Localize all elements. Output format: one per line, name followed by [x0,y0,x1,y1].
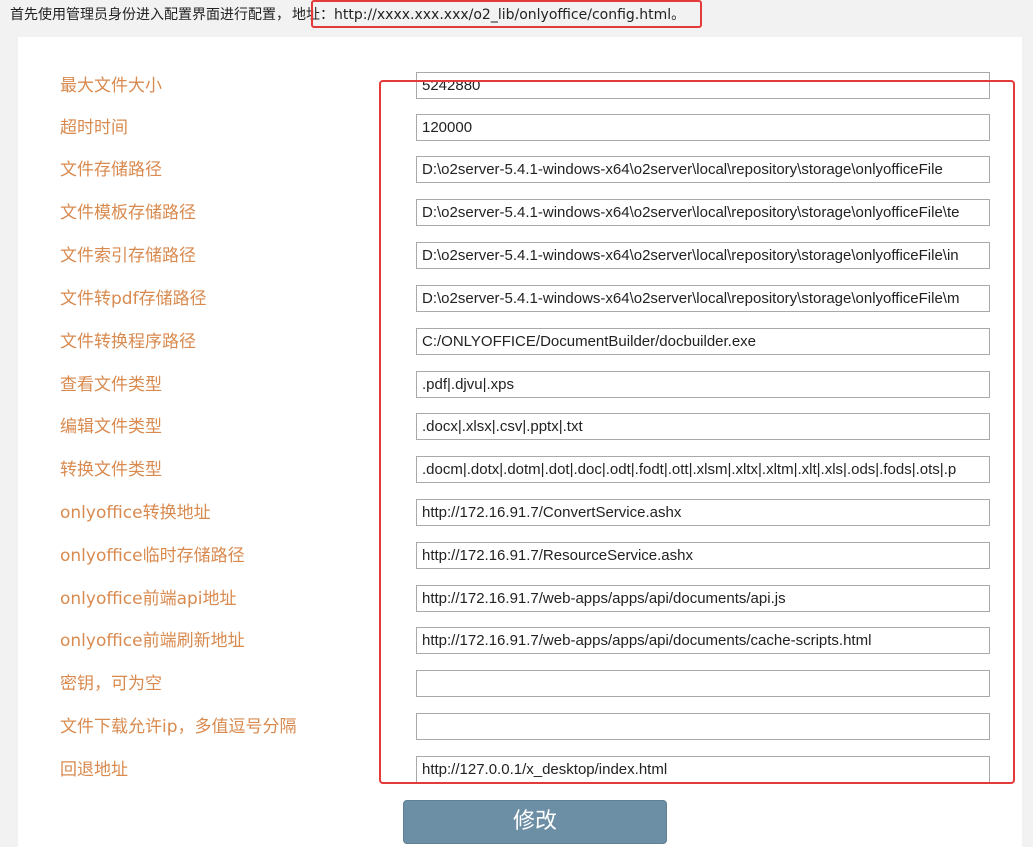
secret-key-label: 密钥，可为空 [60,674,162,694]
instruction-prefix: 首先使用管理员身份进入配置界面进行配置， [10,7,290,23]
converter-path-input[interactable] [416,328,990,355]
form-row-index-storage-path: 文件索引存储路径 [18,241,1022,271]
form-row-timeout: 超时时间 [18,113,1022,143]
config-url-text: 地址：http://xxxx.xxx.xxx/o2_lib/onlyoffice… [292,7,686,23]
form-row-edit-file-types: 编辑文件类型 [18,412,1022,442]
template-storage-path-label: 文件模板存储路径 [60,203,196,223]
temp-storage-url-label: onlyoffice临时存储路径 [60,546,245,566]
form-row-pdf-storage-path: 文件转pdf存储路径 [18,284,1022,314]
max-file-size-input[interactable] [416,72,990,99]
form-row-temp-storage-url: onlyoffice临时存储路径 [18,541,1022,571]
form-row-converter-path: 文件转换程序路径 [18,327,1022,357]
view-file-types-input[interactable] [416,371,990,398]
converter-path-label: 文件转换程序路径 [60,332,196,352]
convert-file-types-input[interactable] [416,456,990,483]
index-storage-path-label: 文件索引存储路径 [60,246,196,266]
frontend-api-url-input[interactable] [416,585,990,612]
form-row-convert-file-types: 转换文件类型 [18,455,1022,485]
form-row-frontend-refresh-url: onlyoffice前端刷新地址 [18,626,1022,656]
index-storage-path-input[interactable] [416,242,990,269]
form-row-allowed-download-ip: 文件下载允许ip，多值逗号分隔 [18,712,1022,742]
timeout-label: 超时时间 [60,118,128,138]
fallback-url-input[interactable] [416,756,990,783]
file-storage-path-label: 文件存储路径 [60,160,162,180]
secret-key-input[interactable] [416,670,990,697]
convert-service-url-input[interactable] [416,499,990,526]
allowed-download-ip-input[interactable] [416,713,990,740]
frontend-api-url-label: onlyoffice前端api地址 [60,589,237,609]
file-storage-path-input[interactable] [416,156,990,183]
timeout-input[interactable] [416,114,990,141]
form-row-secret-key: 密钥，可为空 [18,669,1022,699]
pdf-storage-path-label: 文件转pdf存储路径 [60,289,207,309]
modify-button[interactable]: 修改 [403,800,667,844]
form-row-max-file-size: 最大文件大小 [18,71,1022,101]
form-row-convert-service-url: onlyoffice转换地址 [18,498,1022,528]
edit-file-types-input[interactable] [416,413,990,440]
view-file-types-label: 查看文件类型 [60,375,162,395]
convert-service-url-label: onlyoffice转换地址 [60,503,211,523]
form-row-file-storage-path: 文件存储路径 [18,155,1022,185]
form-row-fallback-url: 回退地址 [18,755,1022,785]
convert-file-types-label: 转换文件类型 [60,460,162,480]
instruction-text: 首先使用管理员身份进入配置界面进行配置， 地址：http://xxxx.xxx.x… [10,2,687,28]
template-storage-path-input[interactable] [416,199,990,226]
form-row-view-file-types: 查看文件类型 [18,370,1022,400]
frontend-refresh-url-input[interactable] [416,627,990,654]
edit-file-types-label: 编辑文件类型 [60,417,162,437]
form-row-frontend-api-url: onlyoffice前端api地址 [18,584,1022,614]
allowed-download-ip-label: 文件下载允许ip，多值逗号分隔 [60,717,297,737]
frontend-refresh-url-label: onlyoffice前端刷新地址 [60,631,245,651]
pdf-storage-path-input[interactable] [416,285,990,312]
fallback-url-label: 回退地址 [60,760,128,780]
temp-storage-url-input[interactable] [416,542,990,569]
max-file-size-label: 最大文件大小 [60,76,162,96]
config-form-panel: 最大文件大小 超时时间 文件存储路径 文件模板存储路径 文件索引存储路径 文件转… [18,37,1022,847]
form-row-template-storage-path: 文件模板存储路径 [18,198,1022,228]
